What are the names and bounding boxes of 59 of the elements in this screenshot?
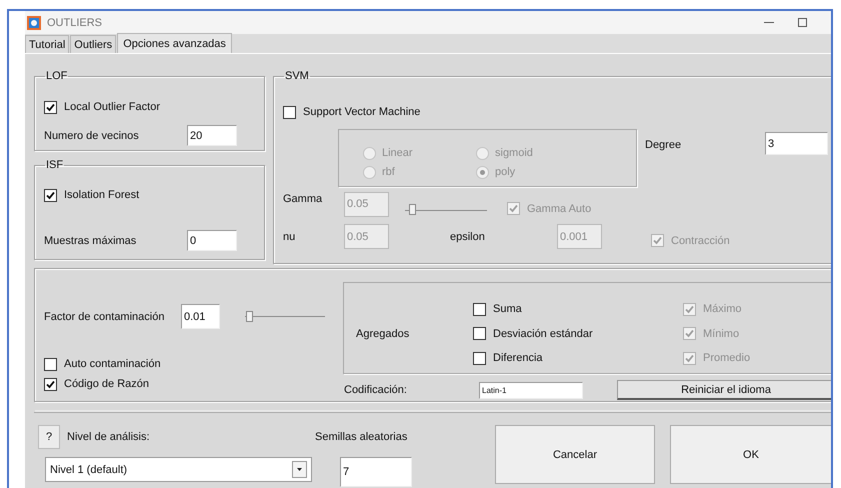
checkbox-label: Contracción bbox=[671, 234, 730, 246]
caret-icon bbox=[292, 461, 307, 478]
checkbox-label: Mínimo bbox=[703, 328, 740, 340]
checkbox[interactable] bbox=[44, 358, 57, 370]
checkbox-label: Diferencia bbox=[493, 352, 543, 364]
checkbox-label: Auto contaminación bbox=[64, 358, 161, 370]
checkbox-label: Gamma Auto bbox=[527, 202, 592, 214]
checkbox-label: Código de Razón bbox=[64, 378, 150, 390]
degree-field[interactable]: 3 bbox=[765, 132, 828, 155]
checkbox[interactable] bbox=[44, 100, 57, 114]
field-label: Gamma bbox=[283, 193, 324, 205]
checkbox[interactable] bbox=[473, 352, 486, 364]
checkbox[interactable] bbox=[283, 106, 296, 118]
group-title: ISF bbox=[45, 159, 64, 171]
neighbors-field[interactable]: 20 bbox=[187, 125, 237, 146]
encoding-field[interactable]: Latin-1 bbox=[479, 382, 583, 398]
group-title: SVM bbox=[284, 70, 310, 82]
reset-language-button[interactable]: Reiniciar el idioma bbox=[617, 380, 831, 400]
radio-label: poly bbox=[495, 166, 516, 178]
radio-label: rbf bbox=[382, 166, 395, 178]
help-button[interactable]: ? bbox=[38, 425, 60, 449]
field-label: Nivel de análisis: bbox=[67, 431, 150, 443]
tab[interactable]: Tutorial bbox=[25, 35, 70, 53]
checkbox-label: Promedio bbox=[703, 352, 750, 364]
field-label: Numero de vecinos bbox=[44, 130, 139, 142]
checkbox[interactable] bbox=[44, 378, 57, 390]
maximize-icon[interactable] bbox=[798, 18, 807, 27]
field-label: epsilon bbox=[450, 230, 486, 242]
minimize-icon[interactable] bbox=[764, 22, 774, 24]
checkbox[interactable] bbox=[473, 302, 486, 316]
checkbox-label: Desviación estándar bbox=[493, 328, 593, 340]
field-label: Muestras máximas bbox=[44, 234, 136, 246]
analysis-level-dropdown[interactable]: Nivel 1 (default) bbox=[45, 457, 312, 482]
radio-label: Linear bbox=[382, 147, 413, 159]
field-label: Factor de contaminación bbox=[44, 310, 166, 322]
max-samples-field[interactable]: 0 bbox=[187, 230, 237, 251]
checkbox[interactable] bbox=[473, 327, 486, 340]
checkbox-label: Isolation Forest bbox=[64, 189, 140, 201]
group-title: LOF bbox=[45, 70, 68, 82]
checkbox-label: Support Vector Machine bbox=[303, 106, 420, 118]
checkbox-label: Local Outlier Factor bbox=[64, 101, 160, 113]
radio-label: sigmoid bbox=[495, 147, 533, 159]
checkbox[interactable] bbox=[44, 188, 57, 202]
cancel-button[interactable]: Cancelar bbox=[495, 425, 655, 484]
slider-thumb[interactable] bbox=[246, 310, 254, 322]
contamination-field[interactable]: 0.01 bbox=[181, 304, 220, 329]
tab[interactable]: Opciones avanzadas bbox=[117, 33, 232, 53]
seeds-field[interactable]: 7 bbox=[340, 457, 412, 487]
field-label: Codificación: bbox=[344, 384, 408, 396]
tab[interactable]: Outliers bbox=[70, 35, 116, 53]
checkbox-label: Máximo bbox=[703, 303, 742, 315]
slider-thumb[interactable] bbox=[408, 204, 416, 215]
field-label: Agregados bbox=[356, 328, 410, 340]
window-title: OUTLIERS bbox=[47, 16, 102, 28]
field-label: Semillas aleatorias bbox=[315, 430, 408, 445]
ok-button[interactable]: OK bbox=[670, 425, 831, 484]
field-label: Degree bbox=[645, 139, 682, 151]
field-label: nu bbox=[283, 230, 296, 242]
checkbox-label: Suma bbox=[493, 303, 522, 315]
